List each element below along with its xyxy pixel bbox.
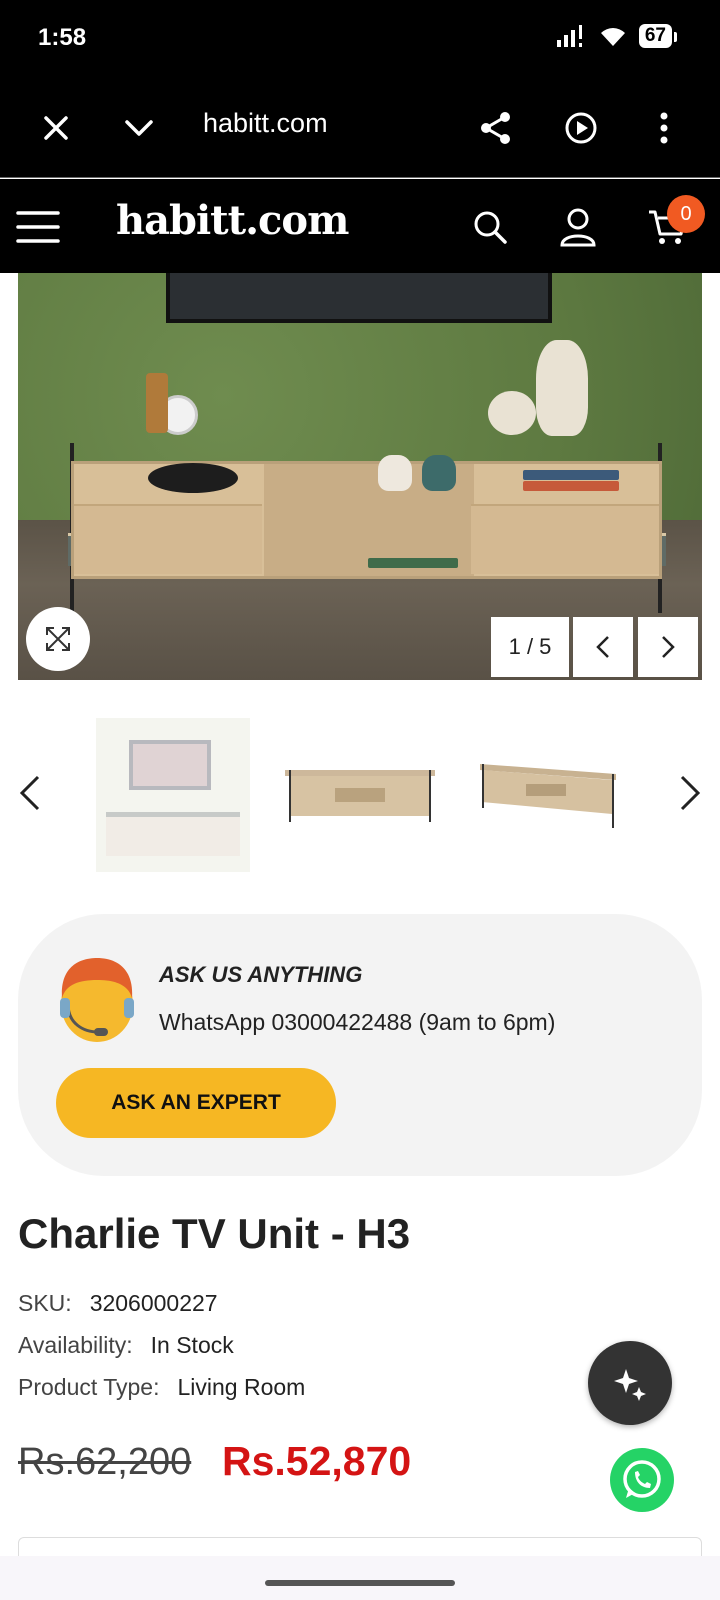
system-navigation-bar — [0, 1556, 720, 1600]
image-drawer — [74, 504, 262, 574]
product-type-value: Living Room — [177, 1374, 306, 1400]
image-vase — [536, 340, 588, 436]
image-bowl — [488, 391, 536, 435]
status-bar: 1:58 67 — [0, 0, 720, 78]
sale-price: Rs.52,870 — [222, 1438, 412, 1484]
user-icon[interactable] — [556, 205, 600, 249]
availability-value: In Stock — [150, 1332, 234, 1358]
expand-icon[interactable] — [26, 607, 90, 671]
availability-row: Availability: In Stock — [18, 1332, 234, 1359]
battery-indicator: 67 — [638, 24, 678, 48]
more-vert-icon[interactable] — [642, 106, 686, 150]
whatsapp-contact-text: WhatsApp 03000422488 (9am to 6pm) — [159, 1009, 556, 1035]
thumbs-prev-button[interactable] — [10, 768, 50, 818]
cart-count-badge: 0 — [667, 195, 705, 233]
product-type-row: Product Type: Living Room — [18, 1374, 305, 1401]
product-title: Charlie TV Unit - H3 — [18, 1210, 411, 1257]
close-icon[interactable] — [34, 106, 78, 150]
gallery-next-button[interactable] — [638, 617, 698, 677]
ask-expert-card: ASK US ANYTHING WhatsApp 03000422488 (9a… — [18, 914, 702, 1176]
home-indicator[interactable] — [265, 1580, 455, 1586]
wifi-icon — [600, 28, 625, 46]
chevron-left-icon — [596, 636, 609, 658]
menu-icon[interactable] — [16, 205, 60, 249]
original-price: Rs.62,200 — [18, 1441, 192, 1483]
signal-icon — [556, 25, 582, 47]
thumbs-next-button[interactable] — [670, 768, 710, 818]
sparkle-icon — [614, 1369, 646, 1401]
thumbnail-2[interactable] — [283, 718, 437, 872]
gallery-prev-button[interactable] — [573, 617, 633, 677]
image-counter: 1 / 5 — [491, 617, 569, 677]
chevron-left-icon — [19, 775, 40, 811]
sku-label: SKU: — [18, 1290, 72, 1316]
site-logo[interactable]: habitt.com — [116, 197, 349, 244]
sku-row: SKU: 3206000227 — [18, 1290, 218, 1317]
image-pot — [378, 455, 412, 491]
whatsapp-icon — [623, 1460, 661, 1498]
address-bar-url[interactable]: habitt.com — [203, 108, 328, 139]
image-black-bowl — [148, 463, 238, 493]
thumbnail-3[interactable] — [476, 718, 630, 872]
image-tv — [166, 273, 552, 323]
chevron-right-icon — [662, 636, 675, 658]
image-books — [523, 481, 619, 491]
play-icon[interactable] — [559, 106, 603, 150]
image-pot — [422, 455, 456, 491]
site-header: habitt.com — [0, 179, 720, 273]
whatsapp-button[interactable] — [610, 1448, 674, 1512]
ask-title: ASK US ANYTHING — [159, 962, 363, 987]
image-candle — [146, 373, 168, 433]
thumbnail-1[interactable] — [96, 718, 250, 872]
image-books — [368, 558, 458, 568]
ai-assistant-button[interactable] — [588, 1341, 672, 1425]
chevron-right-icon — [680, 775, 701, 811]
search-icon[interactable] — [468, 205, 512, 249]
support-agent-icon — [54, 954, 140, 1044]
chevron-down-icon[interactable] — [117, 106, 161, 150]
share-icon[interactable] — [474, 106, 518, 150]
sku-value: 3206000227 — [89, 1290, 218, 1316]
browser-toolbar: habitt.com — [0, 78, 720, 178]
image-books — [523, 470, 619, 480]
ask-expert-button[interactable]: ASK AN EXPERT — [56, 1068, 336, 1138]
status-icons: 67 — [556, 24, 678, 48]
status-time: 1:58 — [38, 24, 87, 51]
product-type-label: Product Type: — [18, 1374, 160, 1400]
image-drawer — [471, 504, 659, 574]
availability-label: Availability: — [18, 1332, 133, 1358]
